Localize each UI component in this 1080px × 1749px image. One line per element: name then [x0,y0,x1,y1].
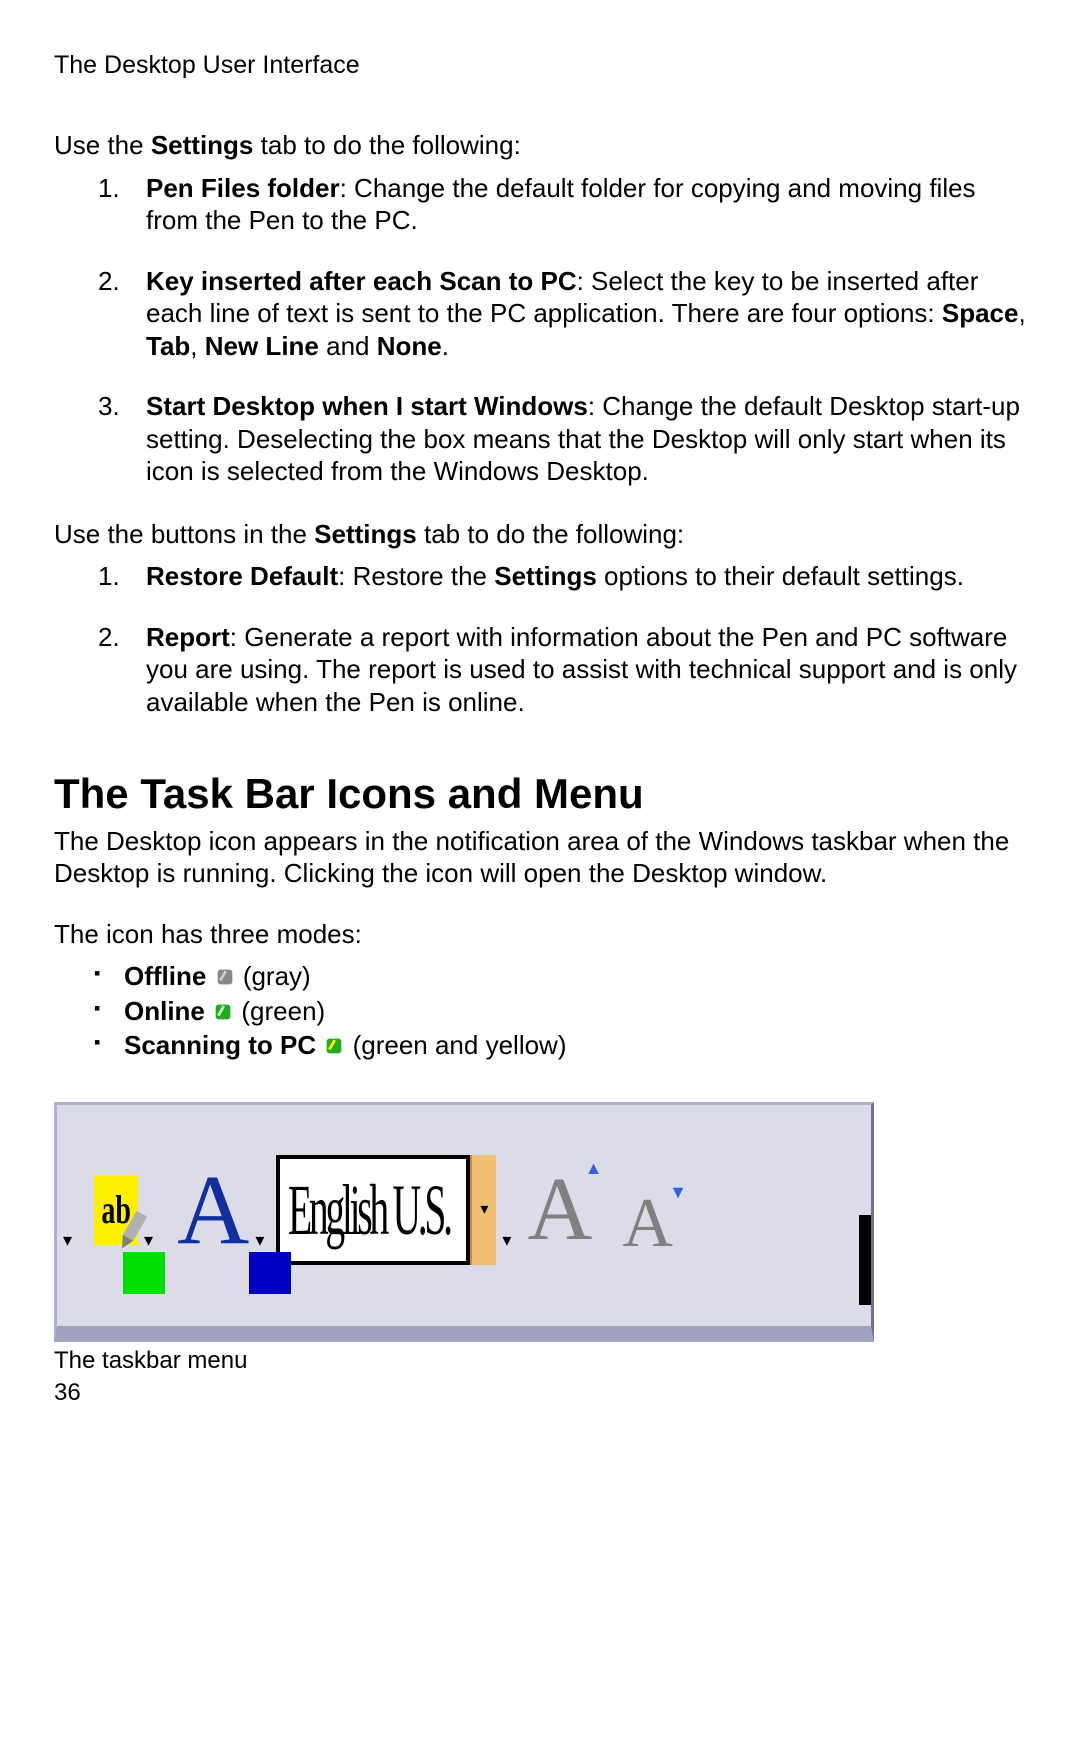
section-heading: The Task Bar Icons and Menu [54,768,1026,821]
highlight-color-green-icon [123,1252,165,1294]
intro2-post: tab to do the following: [417,519,684,549]
language-drop-arrow: ▾ [470,1155,496,1265]
list1-item1-bold: Pen Files folder [146,173,340,203]
language-text: English U.S. [288,1165,382,1255]
list2-item1: 1. Restore Default: Restore the Settings… [146,560,1026,593]
list2-item2: 2. Report: Generate a report with inform… [146,621,1026,719]
mode-online: Online (green) [124,995,1026,1028]
list2-item1-num: 1. [98,560,120,593]
textcolor-a-icon: A [177,1160,249,1260]
section-body: The Desktop icon appears in the notifica… [54,825,1026,890]
pen-green-icon [212,1001,234,1023]
list1-item1: 1. Pen Files folder: Change the default … [146,172,1026,237]
drop-arrow-icon: ▾ [502,1229,511,1252]
mode-offline: Offline (gray) [124,960,1026,993]
font-larger-icon: A ▲ [527,1165,592,1255]
list1-item1-num: 1. [98,172,120,205]
modes-list: Offline (gray) Online (green) Scanning t… [54,960,1026,1062]
arrow-down-icon: ▼ [669,1183,687,1201]
list2-item2-num: 2. [98,621,120,654]
list1-item3-bold: Start Desktop when I start Windows [146,391,588,421]
list2-item2-text: : Generate a report with information abo… [146,622,1017,717]
list-2: 1. Restore Default: Restore the Settings… [54,560,1026,718]
taskbar-menu-figure: ▾ ab ▾ A ▾ English U.S. ▾ ▾ A ▲ A ▼ [54,1102,874,1342]
pen-green-yellow-icon [323,1035,345,1057]
intro2-pre: Use the buttons in the [54,519,314,549]
list-1: 1. Pen Files folder: Change the default … [54,172,1026,488]
figure-caption: The taskbar menu [54,1346,1026,1376]
text-color-blue-icon [249,1252,291,1294]
font-smaller-icon: A ▼ [622,1189,673,1259]
highlight-ab-icon: ab [94,1175,138,1245]
list2-item1-text1: : Restore the [338,561,494,591]
intro2-bold: Settings [314,519,417,549]
list1-item3-num: 3. [98,390,120,423]
list1-item2-bold2: Space [942,298,1019,328]
intro1-pre: Use the [54,130,151,160]
list1-item2-bold4: New Line [205,331,319,361]
drop-arrow-icon: ▾ [63,1229,72,1252]
intro1-bold: Settings [151,130,254,160]
intro-1: Use the Settings tab to do the following… [54,129,1026,162]
bar-right-edge [859,1215,871,1305]
list2-item2-bold: Report [146,622,230,652]
drop-arrow-icon: ▾ [255,1229,264,1252]
list1-item3: 3. Start Desktop when I start Windows: C… [146,390,1026,488]
arrow-up-icon: ▲ [585,1159,603,1177]
list1-item2-bold1: Key inserted after each Scan to PC [146,266,577,296]
list1-item2: 2. Key inserted after each Scan to PC: S… [146,265,1026,363]
mode-scanning: Scanning to PC (green and yellow) [124,1029,1026,1062]
pen-gray-icon [214,966,236,988]
list2-item1-bold2: Settings [494,561,597,591]
language-selector: English U.S. [276,1155,470,1265]
list1-item2-bold3: Tab [146,331,190,361]
drop-arrow-icon: ▾ [144,1229,153,1252]
list1-item2-num: 2. [98,265,120,298]
list2-item1-bold1: Restore Default [146,561,338,591]
modes-intro: The icon has three modes: [54,918,1026,951]
page-header: The Desktop User Interface [54,50,1026,81]
intro-2: Use the buttons in the Settings tab to d… [54,518,1026,551]
intro1-post: tab to do the following: [253,130,520,160]
page-number: 36 [54,1378,1026,1408]
list2-item1-text2: options to their default settings. [597,561,964,591]
list1-item2-bold5: None [377,331,442,361]
